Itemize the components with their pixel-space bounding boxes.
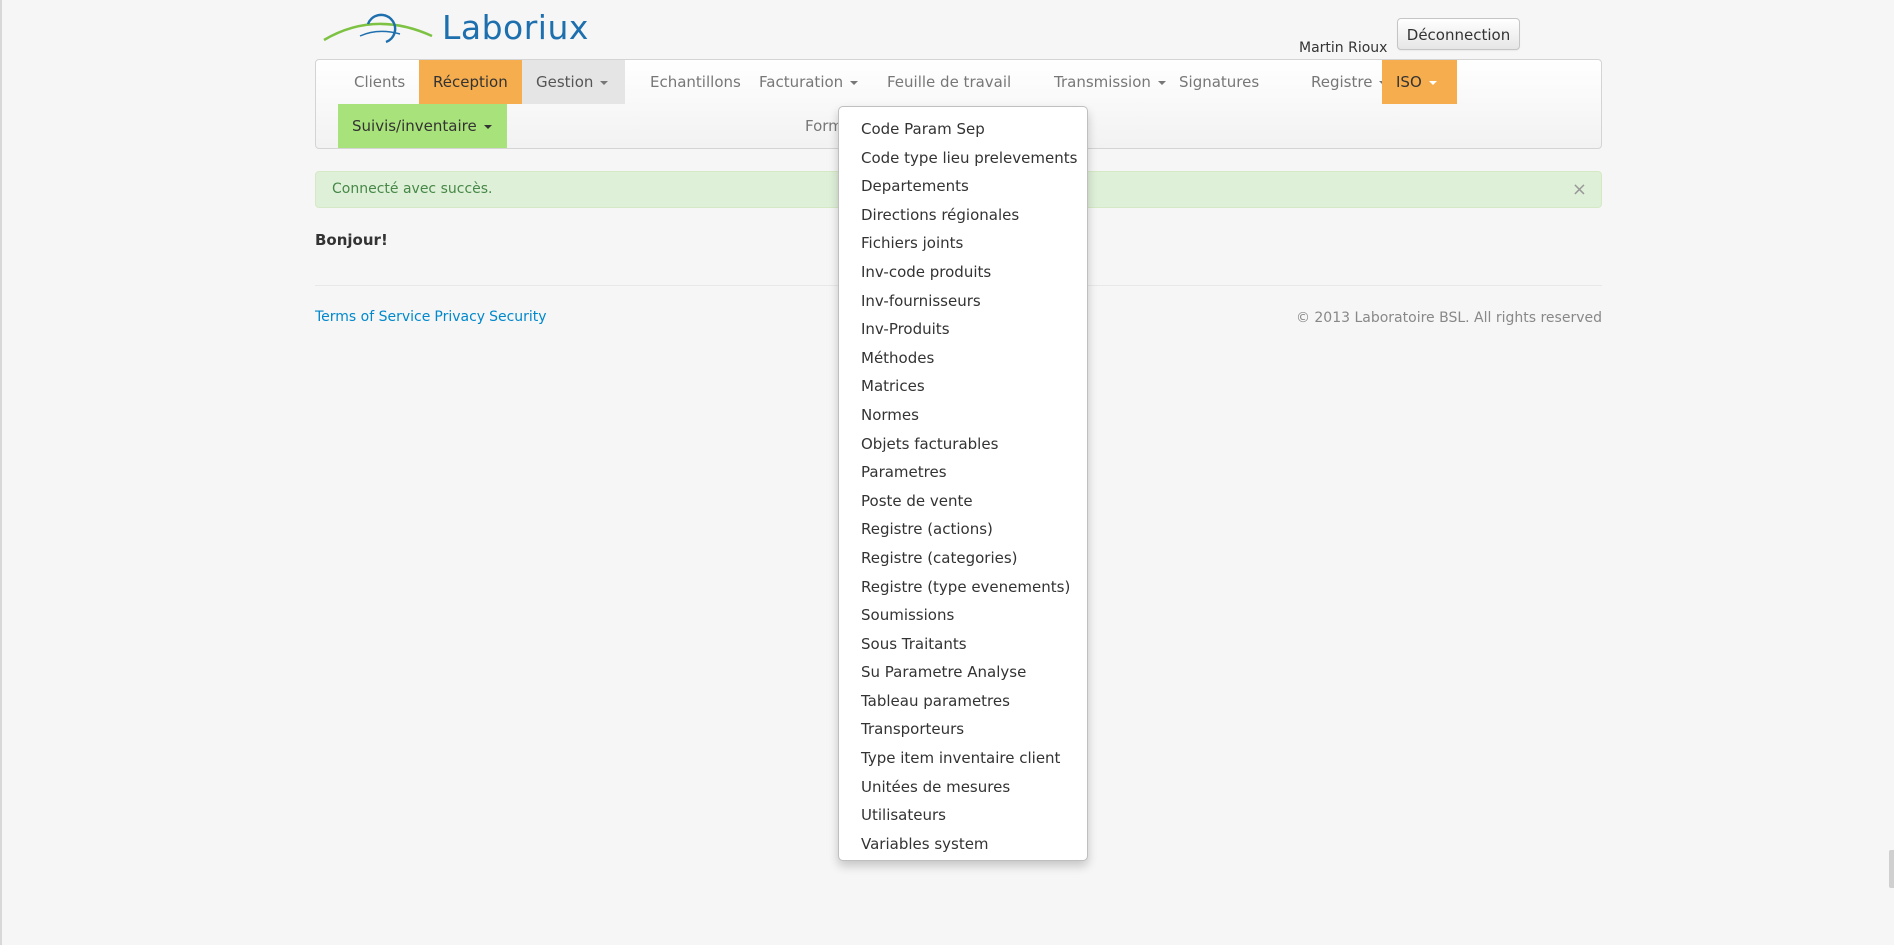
- chevron-down-icon: [850, 80, 859, 85]
- dropdown-item[interactable]: Matrices: [839, 372, 1087, 401]
- dropdown-item[interactable]: Fichiers joints: [839, 229, 1087, 258]
- nav-facturation-label: Facturation: [759, 73, 844, 91]
- greeting-text: Bonjour!: [315, 231, 388, 249]
- dropdown-item[interactable]: Poste de vente: [839, 487, 1087, 516]
- dropdown-item[interactable]: Sous Traitants: [839, 630, 1087, 659]
- nav-reception[interactable]: Réception: [419, 60, 522, 104]
- nav-facturation[interactable]: Facturation: [745, 60, 872, 104]
- dropdown-item[interactable]: Unitées de mesures: [839, 773, 1087, 802]
- dropdown-item[interactable]: Inv-code produits: [839, 258, 1087, 287]
- terms-link[interactable]: Terms of Service: [315, 309, 430, 325]
- nav-signatures[interactable]: Signatures: [1165, 60, 1273, 104]
- dropdown-item[interactable]: Registre (actions): [839, 515, 1087, 544]
- nav-echantillons-label: Echantillons: [650, 73, 741, 91]
- dropdown-item[interactable]: Parametres: [839, 458, 1087, 487]
- chevron-down-icon: [483, 124, 492, 129]
- chevron-down-icon: [1428, 80, 1437, 85]
- username-label: Martin Rioux: [1299, 40, 1388, 56]
- dropdown-item[interactable]: Méthodes: [839, 344, 1087, 373]
- nav-gestion[interactable]: Gestion: [522, 60, 625, 104]
- logout-button[interactable]: Déconnection: [1397, 18, 1520, 50]
- copyright-text: © 2013 Laboratoire BSL. All rights reser…: [1295, 310, 1602, 326]
- dropdown-item[interactable]: Code type lieu prelevements: [839, 144, 1087, 173]
- dropdown-item[interactable]: Registre (categories): [839, 544, 1087, 573]
- privacy-link[interactable]: Privacy: [434, 309, 485, 325]
- dropdown-item[interactable]: Su Parametre Analyse: [839, 658, 1087, 687]
- nav-echantillons[interactable]: Echantillons: [636, 60, 755, 104]
- nav-suivis-label: Suivis/inventaire: [352, 117, 477, 135]
- nav-suivis-inventaire[interactable]: Suivis/inventaire: [338, 104, 507, 148]
- side-scroll-handle[interactable]: [1889, 850, 1894, 888]
- nav-clients[interactable]: Clients: [340, 60, 419, 104]
- nav-transmission[interactable]: Transmission: [1040, 60, 1180, 104]
- nav-signatures-label: Signatures: [1179, 73, 1260, 91]
- nav-transmission-label: Transmission: [1054, 73, 1151, 91]
- dropdown-item[interactable]: Code Param Sep: [839, 115, 1087, 144]
- nav-gestion-label: Gestion: [536, 73, 594, 91]
- dropdown-item[interactable]: Utilisateurs: [839, 801, 1087, 830]
- logo-swoosh-icon: [323, 13, 433, 44]
- dropdown-item[interactable]: Transporteurs: [839, 715, 1087, 744]
- nav-feuille-label: Feuille de travail: [887, 73, 1012, 91]
- close-icon[interactable]: ×: [1572, 172, 1587, 207]
- nav-iso[interactable]: ISO: [1382, 60, 1457, 104]
- logo-text: Laboriux: [442, 8, 589, 47]
- nav-clients-label: Clients: [354, 73, 406, 91]
- nav-reception-label: Réception: [433, 73, 508, 91]
- dropdown-item[interactable]: Departements: [839, 172, 1087, 201]
- dropdown-item[interactable]: Type item inventaire client: [839, 744, 1087, 773]
- nav-iso-label: ISO: [1396, 73, 1422, 91]
- alert-message: Connecté avec succès.: [332, 181, 493, 197]
- dropdown-item[interactable]: Inv-Produits: [839, 315, 1087, 344]
- dropdown-item[interactable]: Soumissions: [839, 601, 1087, 630]
- gestion-dropdown-menu: Code Param Sep Code type lieu prelevement…: [838, 106, 1088, 861]
- dropdown-item[interactable]: Inv-fournisseurs: [839, 287, 1087, 316]
- dropdown-item[interactable]: Objets facturables: [839, 430, 1087, 459]
- footer-links: Terms of Service Privacy Security: [315, 309, 551, 325]
- chevron-down-icon: [600, 80, 609, 85]
- dropdown-item[interactable]: Registre (type evenements): [839, 573, 1087, 602]
- nav-feuille-de-travail[interactable]: Feuille de travail: [873, 60, 1025, 104]
- page-container: Laboriux Martin Rioux Déconnection Clien…: [315, 0, 1602, 945]
- nav-registre-label: Registre: [1311, 73, 1373, 91]
- security-link[interactable]: Security: [489, 309, 547, 325]
- dropdown-item[interactable]: Directions régionales: [839, 201, 1087, 230]
- app-logo[interactable]: Laboriux: [320, 6, 588, 48]
- window-edge: [0, 0, 2, 945]
- dropdown-item[interactable]: Variables system: [839, 830, 1087, 859]
- dropdown-item[interactable]: Tableau parametres: [839, 687, 1087, 716]
- dropdown-item[interactable]: Normes: [839, 401, 1087, 430]
